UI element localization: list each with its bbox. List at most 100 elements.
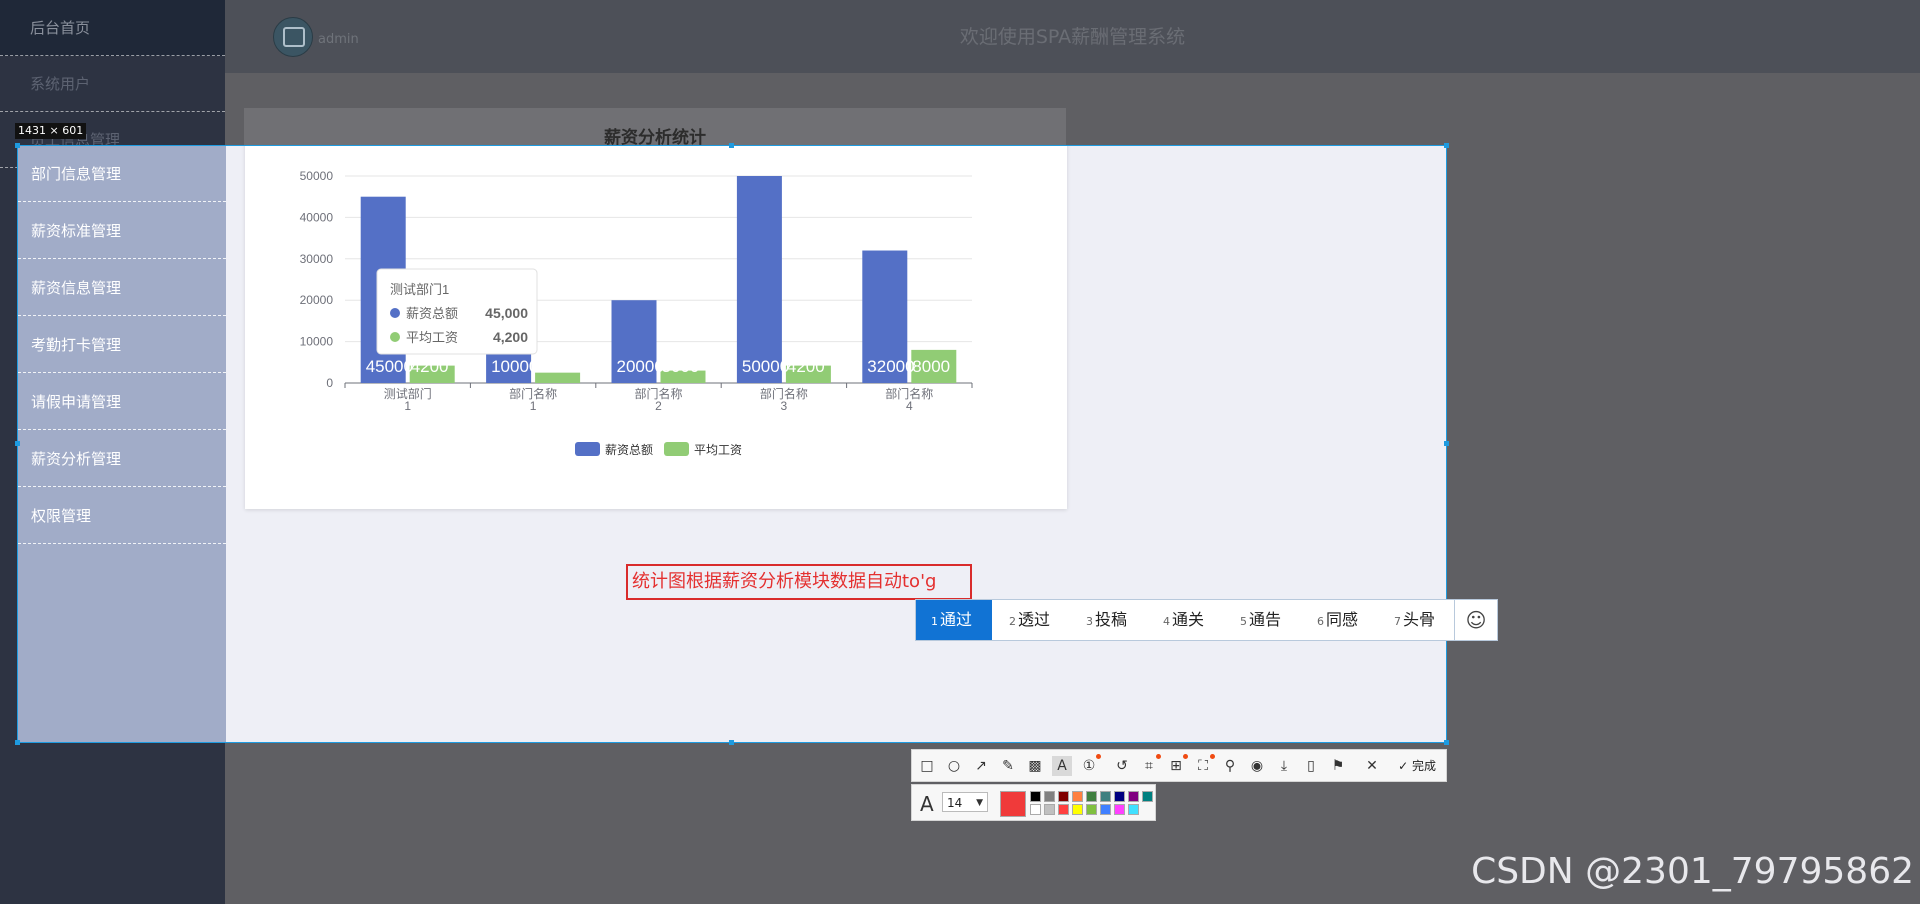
legend-swatch xyxy=(664,442,689,456)
data-label: 32000 xyxy=(867,357,914,376)
font-size-select[interactable]: 14 ▼ xyxy=(942,792,988,812)
translate-icon[interactable]: ⊞ xyxy=(1166,754,1188,776)
tooltip-value: 45,000 xyxy=(485,305,528,321)
ime-candidate-number: 2 xyxy=(1009,615,1016,628)
ime-candidate[interactable]: 6 同感 xyxy=(1317,600,1358,640)
color-swatch[interactable] xyxy=(1072,791,1083,802)
sidebar-item-system-users[interactable]: 系统用户 xyxy=(0,56,225,112)
sidebar-item-leave[interactable]: 请假申请管理 xyxy=(18,374,226,430)
record-icon[interactable]: ◉ xyxy=(1247,756,1267,776)
color-swatch[interactable] xyxy=(1058,804,1069,815)
color-swatch[interactable] xyxy=(1114,804,1125,815)
color-swatch[interactable] xyxy=(1086,804,1097,815)
sidebar-item-departments[interactable]: 部门信息管理 xyxy=(18,146,226,202)
resize-handle[interactable] xyxy=(15,740,20,745)
undo-icon[interactable]: ↺ xyxy=(1112,756,1132,776)
download-icon[interactable]: ⤓ xyxy=(1274,756,1294,776)
color-swatch[interactable] xyxy=(1128,804,1139,815)
color-swatch[interactable] xyxy=(1072,804,1083,815)
color-swatch[interactable] xyxy=(1100,791,1111,802)
pin-icon[interactable]: ⚲ xyxy=(1220,756,1240,776)
sidebar-item-salary-standards[interactable]: 薪资标准管理 xyxy=(18,203,226,259)
color-swatch[interactable] xyxy=(1030,791,1041,802)
ime-candidate[interactable]: 5 通告 xyxy=(1240,600,1281,640)
text-style-toolbar: A 14 ▼ xyxy=(911,784,1156,821)
ime-candidate[interactable]: 4 通关 xyxy=(1163,600,1204,640)
ime-candidate-text: 头骨 xyxy=(1403,610,1436,629)
resize-handle[interactable] xyxy=(15,441,20,446)
emoji-icon[interactable]: ☺ xyxy=(1454,600,1497,640)
ellipse-icon[interactable]: ○ xyxy=(944,756,964,776)
color-swatch[interactable] xyxy=(1142,791,1153,802)
ime-candidate-bar: 1 通过 2 透过 3 投稿 4 通关 5 通告 6 同感 7 头骨 ☺ xyxy=(915,599,1498,641)
y-tick-label: 10000 xyxy=(300,335,334,349)
resize-handle[interactable] xyxy=(1444,740,1449,745)
color-swatch[interactable] xyxy=(1100,804,1111,815)
ime-candidate[interactable]: 1 通过 xyxy=(916,600,992,640)
tooltip-marker xyxy=(390,332,400,342)
data-label: 3000 xyxy=(662,357,700,376)
y-tick-label: 0 xyxy=(326,376,333,390)
ime-candidate-text: 通关 xyxy=(1172,610,1205,629)
data-label: 4200 xyxy=(411,357,449,376)
legend-swatch xyxy=(575,442,600,456)
legend-label: 薪资总额 xyxy=(605,443,653,457)
data-label: 4200 xyxy=(787,357,825,376)
sidebar-item-attendance[interactable]: 考勤打卡管理 xyxy=(18,317,226,373)
rectangle-icon[interactable]: □ xyxy=(917,756,937,776)
text-annotation-input[interactable]: 统计图根据薪资分析模块数据自动to'g xyxy=(626,564,972,600)
color-swatch[interactable] xyxy=(1030,804,1041,815)
screenshot-selection[interactable]: 部门信息管理 薪资标准管理 薪资信息管理 考勤打卡管理 请假申请管理 薪资分析管… xyxy=(17,145,1447,743)
color-swatch[interactable] xyxy=(1058,791,1069,802)
data-label: 8000 xyxy=(912,357,950,376)
tooltip-title: 测试部门1 xyxy=(390,282,449,297)
x-tick-label: 3 xyxy=(781,399,788,413)
data-label: 50000 xyxy=(742,357,789,376)
ime-candidate-text: 通过 xyxy=(940,610,973,629)
color-swatch[interactable] xyxy=(1086,791,1097,802)
resize-handle[interactable] xyxy=(729,143,734,148)
done-label: 完成 xyxy=(1411,759,1436,773)
y-tick-label: 40000 xyxy=(300,210,334,224)
chart-card-top: 薪资分析统计 xyxy=(244,108,1066,148)
resize-handle[interactable] xyxy=(15,143,20,148)
ime-candidate[interactable]: 2 透过 xyxy=(1009,600,1050,640)
watermark: CSDN @2301_79795862 xyxy=(1471,851,1914,892)
pencil-icon[interactable]: ✎ xyxy=(998,756,1018,776)
ime-candidate[interactable]: 7 头骨 xyxy=(1394,600,1435,640)
screenshot-toolbar: □ ○ ↗ ✎ ▩ A ① ↺ ⌗ ⊞ ⛶ ⚲ ◉ ⤓ ▯ ⚑ ✕ ✓ 完成 xyxy=(911,749,1447,782)
sidebar-item-home[interactable]: 后台首页 xyxy=(0,0,225,56)
tooltip-marker xyxy=(390,308,400,318)
sidebar-item-salary-info[interactable]: 薪资信息管理 xyxy=(18,260,226,316)
arrow-icon[interactable]: ↗ xyxy=(971,756,991,776)
color-swatch[interactable] xyxy=(1114,791,1125,802)
color-swatch[interactable] xyxy=(1044,791,1055,802)
bar-total xyxy=(736,176,782,383)
resize-handle[interactable] xyxy=(1444,441,1449,446)
sidebar-item-permissions[interactable]: 权限管理 xyxy=(18,488,226,544)
resize-handle[interactable] xyxy=(1444,143,1449,148)
ocr-icon[interactable]: ⌗ xyxy=(1139,754,1161,776)
ime-candidate[interactable]: 3 投稿 xyxy=(1086,600,1127,640)
done-button[interactable]: ✓ 完成 xyxy=(1398,756,1436,776)
number-icon[interactable]: ① xyxy=(1079,754,1101,776)
x-tick-label: 2 xyxy=(655,399,662,413)
color-swatch[interactable] xyxy=(1128,791,1139,802)
current-color-swatch[interactable] xyxy=(1000,791,1026,817)
mosaic-icon[interactable]: ▩ xyxy=(1025,756,1045,776)
close-icon[interactable]: ✕ xyxy=(1362,756,1382,776)
y-tick-label: 50000 xyxy=(300,169,334,183)
ime-candidate-number: 5 xyxy=(1240,615,1247,628)
text-icon[interactable]: A xyxy=(1052,756,1072,776)
tooltip-series-name: 平均工资 xyxy=(406,330,458,345)
sidebar-item-salary-analysis[interactable]: 薪资分析管理 xyxy=(18,431,226,487)
long-screenshot-icon[interactable]: ▯ xyxy=(1301,756,1321,776)
resize-handle[interactable] xyxy=(729,740,734,745)
legend-label: 平均工资 xyxy=(694,443,742,457)
tooltip-value: 4,200 xyxy=(493,329,528,345)
chevron-down-icon: ▼ xyxy=(976,798,983,808)
bookmark-icon[interactable]: ⚑ xyxy=(1328,756,1348,776)
color-swatch[interactable] xyxy=(1044,804,1055,815)
scan-icon[interactable]: ⛶ xyxy=(1193,754,1215,776)
font-icon: A xyxy=(920,792,934,816)
